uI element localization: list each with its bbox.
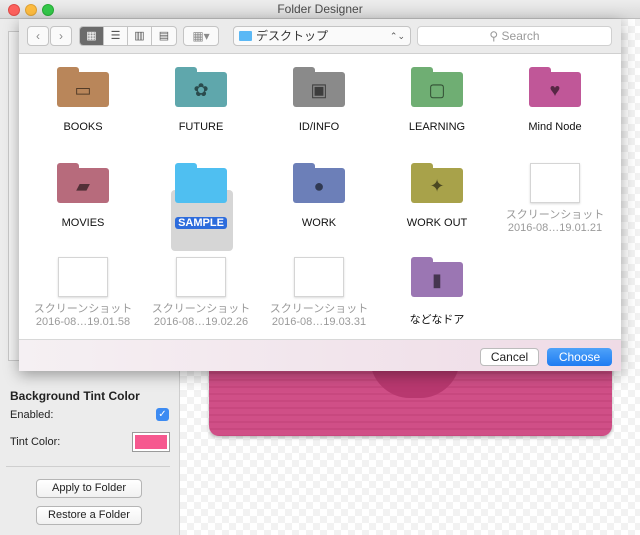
choose-button[interactable]: Choose <box>547 348 612 366</box>
folder-icon: ▣ <box>293 67 345 107</box>
item-label: スクリーンショット 2016-08…19.02.26 <box>151 303 251 328</box>
folder-icon: ▰ <box>57 163 109 203</box>
folder-item[interactable]: ▢ LEARNING <box>378 67 496 133</box>
item-label: MOVIES <box>61 217 105 229</box>
folder-item[interactable]: ● WORK <box>260 163 378 229</box>
file-item[interactable]: スクリーンショット 2016-08…19.02.26 <box>142 257 260 329</box>
folder-icon: ✿ <box>175 67 227 107</box>
open-panel: ‹ › ▦ ☰ ▥ ▤ ▦▾ デスクトップ ⌃⌄ ⚲ Search ▭ BOOKS… <box>19 19 621 371</box>
folder-icon: ▭ <box>57 67 109 107</box>
zoom-window-button[interactable] <box>42 4 54 16</box>
tint-section-title: Background Tint Color <box>10 389 140 403</box>
item-label: スクリーンショット 2016-08…19.03.31 <box>269 303 369 328</box>
item-label: WORK <box>301 217 337 229</box>
location-popup[interactable]: デスクトップ ⌃⌄ <box>233 26 411 46</box>
screenshot-thumbnail <box>58 257 108 297</box>
item-label: FUTURE <box>178 121 224 133</box>
folder-icon: ● <box>293 163 345 203</box>
folder-icon: ♥ <box>529 67 581 107</box>
search-field[interactable]: ⚲ Search <box>417 26 612 46</box>
item-label: Mind Node <box>528 121 582 133</box>
popup-arrows-icon: ⌃⌄ <box>389 31 405 41</box>
screenshot-thumbnail <box>294 257 344 297</box>
runner-icon: ✦ <box>429 176 445 196</box>
plant-icon: ✿ <box>193 80 209 100</box>
globe-icon: ● <box>313 176 325 196</box>
apply-to-folder-button[interactable]: Apply to Folder <box>36 479 142 498</box>
folder-item[interactable]: ♥ Mind Node <box>496 67 614 133</box>
grid-arrange-icon: ▦▾ <box>192 29 210 43</box>
folder-item[interactable]: ✿ FUTURE <box>142 67 260 133</box>
list-view-icon[interactable]: ☰ <box>104 27 128 45</box>
clapper-icon: ▰ <box>76 176 90 196</box>
minimize-window-button[interactable] <box>25 4 37 16</box>
panel-footer: Cancel Choose <box>19 339 621 371</box>
location-label: デスクトップ <box>256 29 329 43</box>
folder-item[interactable]: ▰ MOVIES <box>24 163 142 229</box>
back-button[interactable]: ‹ <box>27 26 49 46</box>
tint-color-well[interactable] <box>132 432 170 452</box>
tint-color-label: Tint Color: <box>10 436 61 448</box>
folder-item[interactable]: ▣ ID/INFO <box>260 67 378 133</box>
chevron-left-icon: ‹ <box>36 29 40 43</box>
item-label: などなドア <box>409 314 465 326</box>
search-icon: ⚲ <box>489 29 499 43</box>
restore-folder-button[interactable]: Restore a Folder <box>36 506 142 525</box>
id-card-icon: ▣ <box>310 80 328 100</box>
item-label: BOOKS <box>63 121 103 133</box>
file-item[interactable]: スクリーンショット 2016-08…19.03.31 <box>260 257 378 329</box>
blackboard-icon: ▢ <box>428 80 446 100</box>
door-icon: ▮ <box>432 270 442 290</box>
enabled-checkbox[interactable]: ✓ <box>156 408 169 421</box>
arrange-button[interactable]: ▦▾ <box>183 26 219 46</box>
icon-view-icon[interactable]: ▦ <box>80 27 104 45</box>
heart-icon: ♥ <box>549 80 561 100</box>
panel-toolbar: ‹ › ▦ ☰ ▥ ▤ ▦▾ デスクトップ ⌃⌄ ⚲ Search <box>19 19 621 54</box>
item-label: WORK OUT <box>406 217 468 229</box>
open-folder-icon: ▭ <box>74 80 92 100</box>
file-item[interactable]: スクリーンショット 2016-08…19.01.58 <box>24 257 142 329</box>
folder-item[interactable]: SAMPLE <box>142 163 260 229</box>
search-placeholder: Search <box>501 29 540 43</box>
item-label: SAMPLE <box>142 217 260 229</box>
chevron-right-icon: › <box>59 29 63 43</box>
view-mode-control: ▦ ☰ ▥ ▤ <box>79 26 177 46</box>
column-view-icon[interactable]: ▥ <box>128 27 152 45</box>
folder-item[interactable]: ✦ WORK OUT <box>378 163 496 229</box>
folder-icon <box>239 31 252 41</box>
file-item[interactable]: スクリーンショット 2016-08…19.01.21 <box>496 163 614 235</box>
item-label: スクリーンショット 2016-08…19.01.58 <box>33 303 133 328</box>
forward-button[interactable]: › <box>50 26 72 46</box>
window-title: Folder Designer <box>277 2 363 16</box>
item-label: LEARNING <box>408 121 466 133</box>
folder-icon: ▮ <box>411 257 463 297</box>
screenshot-thumbnail <box>530 163 580 203</box>
folder-icon <box>175 163 227 203</box>
divider <box>6 466 170 467</box>
cover-flow-icon[interactable]: ▤ <box>152 27 176 45</box>
tint-color-swatch <box>135 435 167 449</box>
cancel-button[interactable]: Cancel <box>480 348 539 366</box>
screenshot-thumbnail <box>176 257 226 297</box>
close-window-button[interactable] <box>8 4 20 16</box>
folder-item[interactable]: ▭ BOOKS <box>24 67 142 133</box>
enabled-label: Enabled: <box>10 409 54 421</box>
title-bar: Folder Designer <box>0 0 640 19</box>
folder-item[interactable]: ▮ などなドア <box>378 257 496 327</box>
folder-icon: ✦ <box>411 163 463 203</box>
folder-icon: ▢ <box>411 67 463 107</box>
item-label: ID/INFO <box>298 121 340 133</box>
item-label: スクリーンショット 2016-08…19.01.21 <box>505 209 605 234</box>
